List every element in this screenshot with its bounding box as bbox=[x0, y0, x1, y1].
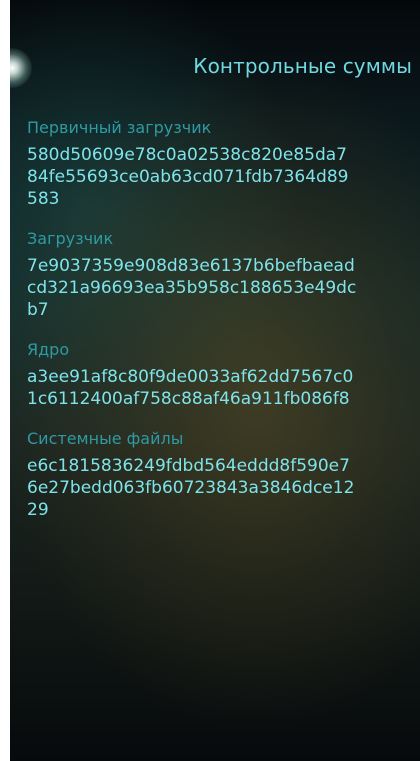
checksum-value-line: 84fe55693ce0ab63cd071fdb7364d89 bbox=[27, 167, 349, 187]
checksum-value: a3ee91af8c80f9de0033af62dd7567c0 1c61124… bbox=[27, 366, 407, 410]
checksum-value-line: 29 bbox=[27, 500, 49, 520]
checksum-value-line: 580d50609e78c0a02538c820e85da7 bbox=[27, 145, 347, 165]
page-title: Контрольные суммы bbox=[193, 54, 412, 78]
light-glow-decoration bbox=[10, 48, 32, 88]
checksum-label: Загрузчик bbox=[27, 229, 114, 248]
checksum-value: e6c1815836249fdbd564eddd8f590e7 6e27bedd… bbox=[27, 455, 407, 521]
checksum-label: Системные файлы bbox=[27, 429, 184, 448]
checksum-kernel: Ядро a3ee91af8c80f9de0033af62dd7567c0 1c… bbox=[27, 339, 412, 410]
checksum-label: Первичный загрузчик bbox=[27, 118, 212, 137]
checksum-value: 7e9037359e908d83e6137b6befbaead cd321a96… bbox=[27, 255, 407, 321]
checksum-value-line: 583 bbox=[27, 189, 60, 209]
checksum-value-line: cd321a96693ea35b958c188653e49dc bbox=[27, 278, 357, 298]
checksum-bootloader: Загрузчик 7e9037359e908d83e6137b6befbaea… bbox=[27, 228, 412, 321]
checksum-value-line: e6c1815836249fdbd564eddd8f590e7 bbox=[27, 456, 350, 476]
checksum-value-line: 6e27bedd063fb60723843a3846dce12 bbox=[27, 478, 355, 498]
checksum-value-line: 7e9037359e908d83e6137b6befbaead bbox=[27, 256, 355, 276]
checksum-primary-bootloader: Первичный загрузчик 580d50609e78c0a02538… bbox=[27, 117, 412, 210]
checksum-system-files: Системные файлы e6c1815836249fdbd564eddd… bbox=[27, 428, 412, 521]
checksums-screen: Контрольные суммы Первичный загрузчик 58… bbox=[10, 0, 420, 761]
checksum-value-line: 1c6112400af758c88af46a911fb086f8 bbox=[27, 389, 350, 409]
checksum-value-line: b7 bbox=[27, 300, 49, 320]
checksum-list: Первичный загрузчик 580d50609e78c0a02538… bbox=[27, 117, 412, 539]
checksum-value: 580d50609e78c0a02538c820e85da7 84fe55693… bbox=[27, 144, 407, 210]
checksum-value-line: a3ee91af8c80f9de0033af62dd7567c0 bbox=[27, 367, 354, 387]
checksum-label: Ядро bbox=[27, 340, 70, 359]
